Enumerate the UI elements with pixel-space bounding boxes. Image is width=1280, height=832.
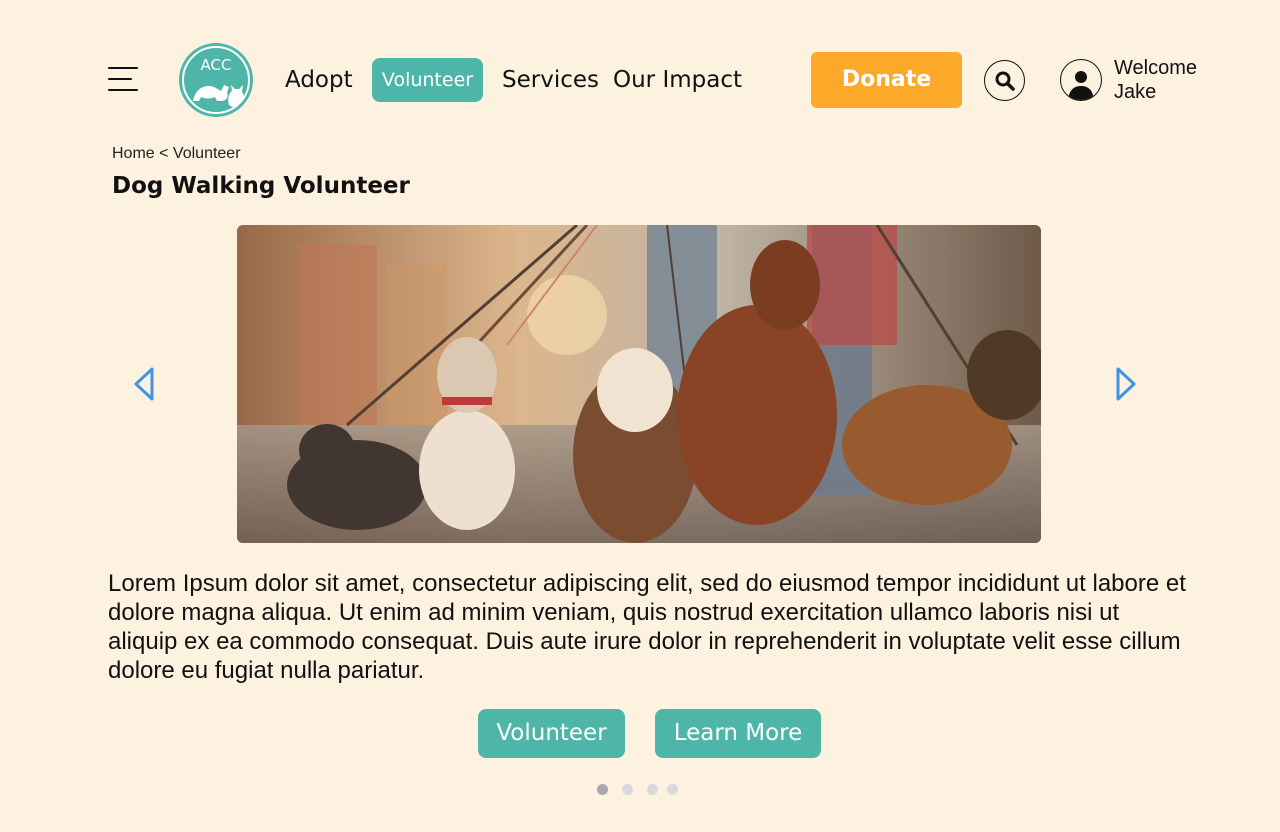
- user-welcome: Welcome Jake: [1114, 56, 1197, 104]
- user-icon: [1068, 71, 1094, 100]
- nav-volunteer[interactable]: Volunteer: [372, 58, 483, 102]
- carousel-dot[interactable]: [622, 784, 633, 795]
- dogs-on-leashes-photo: [237, 225, 1041, 543]
- carousel-dot[interactable]: [667, 784, 678, 795]
- page-title: Dog Walking Volunteer: [112, 173, 410, 199]
- carousel-dot[interactable]: [647, 784, 658, 795]
- volunteer-button[interactable]: Volunteer: [478, 709, 625, 758]
- user-name: Jake: [1114, 81, 1157, 103]
- nav-adopt[interactable]: Adopt: [285, 64, 353, 96]
- carousel-prev-button[interactable]: [132, 366, 156, 402]
- chevron-left-icon: [134, 367, 154, 401]
- nav-services[interactable]: Services: [502, 64, 599, 96]
- breadcrumb-current[interactable]: Volunteer: [173, 145, 241, 162]
- chevron-right-icon: [1116, 367, 1136, 401]
- search-icon: [995, 71, 1015, 91]
- menu-icon[interactable]: [108, 67, 138, 91]
- carousel-next-button[interactable]: [1114, 366, 1138, 402]
- nav-our-impact[interactable]: Our Impact: [613, 64, 742, 96]
- breadcrumb-home[interactable]: Home: [112, 145, 155, 162]
- description-text: Lorem Ipsum dolor sit amet, consectetur …: [108, 570, 1186, 684]
- welcome-label: Welcome: [1114, 57, 1197, 79]
- logo-text: ACC: [201, 56, 232, 74]
- acc-logo[interactable]: ACC: [177, 41, 255, 119]
- donate-button[interactable]: Donate: [811, 52, 962, 108]
- learn-more-button[interactable]: Learn More: [655, 709, 821, 758]
- carousel-dot[interactable]: [597, 784, 608, 795]
- search-button[interactable]: [984, 60, 1025, 101]
- user-avatar[interactable]: [1060, 59, 1102, 101]
- breadcrumb-separator: <: [154, 145, 173, 162]
- breadcrumb: Home < Volunteer: [112, 145, 241, 163]
- hero-image: [237, 225, 1041, 543]
